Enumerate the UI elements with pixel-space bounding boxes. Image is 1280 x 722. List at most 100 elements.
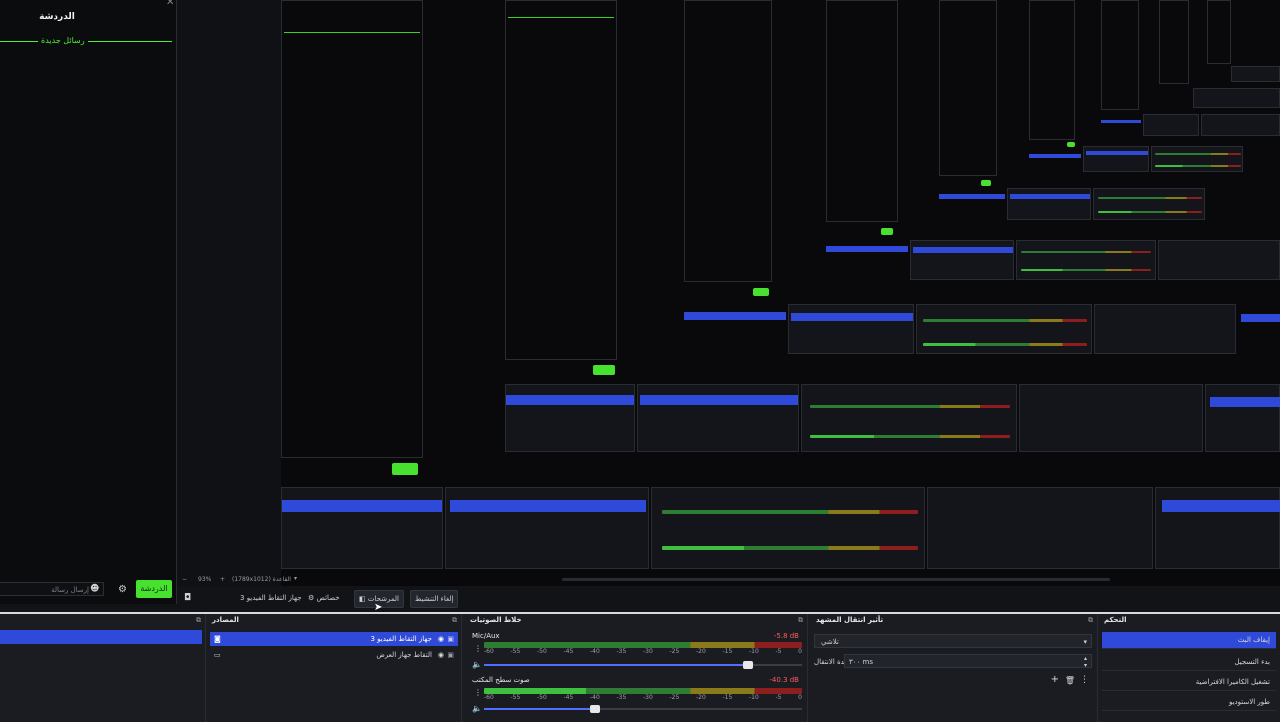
scenes-dock: ⧉ [0, 614, 206, 722]
preview-statusbar: − 93% + القاعدة (1789x1012) ▾ [176, 574, 1280, 586]
preview-margin [177, 0, 281, 586]
channel-menu-icon[interactable]: ⋮ [474, 688, 482, 697]
meter-tick-label: -50 [537, 648, 547, 655]
dock-float-icon[interactable]: ⧉ [798, 616, 803, 625]
gear-icon[interactable]: ⚙ [118, 584, 127, 595]
meter-tick-label: 0 [798, 648, 802, 655]
meter-tick-label: -5 [775, 648, 782, 655]
volume-slider[interactable] [484, 661, 802, 669]
nested-mixer-dock-5 [1093, 188, 1205, 220]
camera-icon: ◙ [214, 635, 221, 643]
start-recording-button[interactable]: بدء التسجيل [1102, 654, 1276, 671]
source-label: جهاز التقاط الفيديو 3 [370, 635, 432, 643]
chat-message-input[interactable]: إرسال رسالة [0, 582, 104, 596]
duration-label: مدة الانتقال [814, 658, 849, 666]
meter-tick-label: -15 [722, 648, 733, 655]
nested-docks-9 [1231, 66, 1280, 82]
channel-name: صوت سطح المكتب [472, 676, 530, 684]
nested-transition-dock-3 [1094, 304, 1236, 354]
nested-meter [810, 405, 1010, 408]
meter-tick-label: -55 [510, 694, 521, 701]
nested-stop-button [1210, 397, 1280, 407]
virtual-camera-button[interactable]: تشغيل الكاميرا الافتراضية [1102, 674, 1276, 691]
more-icon[interactable]: ⋮ [1080, 675, 1089, 685]
nested-chat-panel-1 [281, 0, 423, 475]
meter-tick-label: -35 [616, 648, 627, 655]
chat-send-button[interactable]: الدردشة [136, 580, 172, 598]
stop-streaming-button[interactable]: إيقاف البث [1102, 632, 1276, 649]
meter-tick-label: -45 [563, 694, 574, 701]
nested-transition-dock-4 [1158, 240, 1280, 280]
dock-float-icon[interactable]: ⧉ [452, 616, 457, 625]
gear-icon: ⚙ [308, 594, 317, 602]
canvas-resolution: القاعدة (1789x1012) [232, 576, 291, 583]
source-label: التقاط جهاز العرض [376, 651, 432, 659]
nested-source-selected [791, 313, 913, 321]
properties-button[interactable]: ⚙ خصائص [304, 590, 344, 606]
meter-tick-label: 0 [798, 694, 802, 701]
lock-icon[interactable]: ▣ [447, 648, 454, 662]
meter-tick-label: -60 [484, 694, 494, 701]
trash-icon[interactable]: 🗑 [1065, 676, 1075, 685]
meter-tick-label: -55 [510, 648, 521, 655]
nested-meter [810, 435, 1010, 438]
meter-tick-label: -40 [590, 648, 600, 655]
nested-send-button [881, 228, 893, 235]
mixer-dock-header: خلاط الصوتيات ⧉ [462, 616, 807, 628]
horizontal-scrollbar[interactable] [562, 578, 1110, 581]
meter-tick-label: -35 [616, 694, 627, 701]
mixer-title: خلاط الصوتيات [470, 616, 522, 624]
nested-source-selected [1086, 151, 1148, 155]
spin-down-icon[interactable]: ▾ [1084, 659, 1087, 673]
duration-spinbox[interactable]: ٣٠٠ ms ▴ ▾ [844, 654, 1092, 669]
eye-icon[interactable]: ◉ [438, 648, 444, 662]
speaker-icon[interactable]: 🔈 [472, 704, 482, 713]
meter-tick-label: -20 [696, 694, 706, 701]
dock-float-icon[interactable]: ⧉ [1088, 616, 1093, 625]
channel-db: -5.8 dB [773, 632, 799, 640]
nested-scenes-dock-1 [281, 487, 443, 569]
nested-scene-selected [684, 312, 786, 320]
nested-source-selected [913, 247, 1013, 253]
emoji-icon[interactable]: ☻ [90, 584, 99, 594]
nested-chat-panel-4 [826, 0, 898, 222]
speaker-icon[interactable]: 🔈 [472, 660, 482, 669]
lock-icon[interactable]: ▣ [447, 632, 454, 646]
nested-chat-panel-7 [1101, 0, 1139, 110]
nested-chat-panel-9 [1207, 0, 1231, 64]
screenshot-icon[interactable]: ◘ [184, 593, 191, 603]
dock-float-icon[interactable]: ⧉ [196, 616, 201, 625]
nested-divider [284, 32, 420, 33]
deactivate-button[interactable]: إلغاء التنشيط [410, 590, 459, 608]
nested-scene-selected [506, 395, 634, 405]
transitions-dock-header: تأثير انتقال المشهد ⧉ [808, 616, 1097, 628]
meter-tick-label: -25 [669, 648, 680, 655]
chevron-down-icon[interactable]: ▾ [294, 575, 297, 582]
nested-chat-panel-6 [1029, 0, 1075, 140]
transition-type-select[interactable]: تلاشي ▾ [814, 634, 1092, 648]
source-item[interactable]: ▭ التقاط جهاز العرض ◉ ▣ [210, 648, 458, 662]
nested-source-selected [450, 500, 646, 512]
zoom-out-icon[interactable]: − [182, 576, 187, 583]
add-icon[interactable]: + [1051, 674, 1059, 685]
meter-tick-label: -45 [563, 648, 574, 655]
scene-item-selected[interactable] [0, 630, 202, 644]
controls-dock-header: التحكم [1098, 616, 1280, 628]
nested-stop-button [1162, 500, 1280, 512]
chat-panel: ✕ الدردشة رسائل جديدة إرسال رسالة ☻ ⚙ ال… [0, 0, 177, 604]
meter-tick-label: -40 [590, 694, 600, 701]
scenes-dock-header: ⧉ [0, 616, 205, 628]
close-icon[interactable]: ✕ [166, 0, 174, 8]
zoom-in-icon[interactable]: + [220, 576, 225, 583]
transitions-title: تأثير انتقال المشهد [816, 616, 884, 624]
eye-icon[interactable]: ◉ [438, 632, 444, 646]
channel-menu-icon[interactable]: ⋮ [474, 644, 482, 653]
nested-scene-selected [1101, 120, 1141, 123]
nested-meter [1098, 197, 1202, 199]
meter-tick-label: -50 [537, 694, 547, 701]
volume-slider[interactable] [484, 705, 802, 713]
meter-tick-label: -15 [722, 694, 733, 701]
studio-mode-button[interactable]: طور الاستوديو [1102, 694, 1276, 711]
source-item[interactable]: ◙ جهاز التقاط الفيديو 3 ◉ ▣ [210, 632, 458, 646]
preview-canvas[interactable] [281, 0, 1280, 586]
